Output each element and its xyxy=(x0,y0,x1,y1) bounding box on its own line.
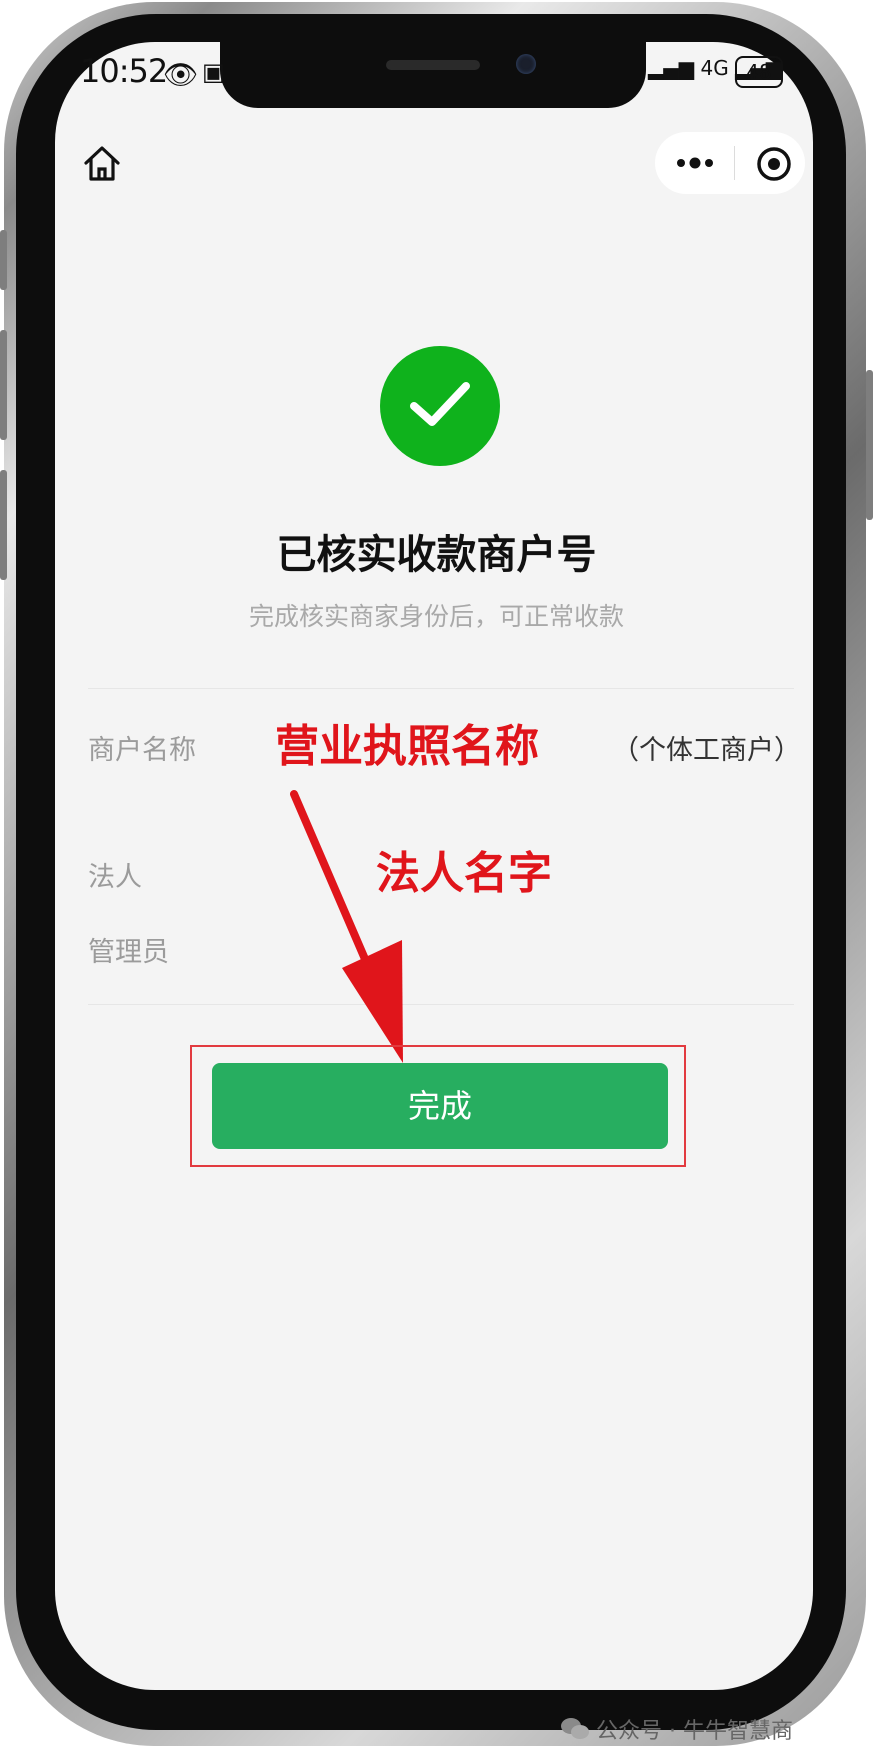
capsule-divider xyxy=(734,146,735,180)
more-dots-icon[interactable] xyxy=(674,148,716,178)
side-button xyxy=(0,330,7,440)
notch xyxy=(220,40,646,108)
side-button xyxy=(866,370,873,520)
wechat-icon xyxy=(561,1718,589,1739)
check-icon xyxy=(410,382,470,426)
page-subtitle: 完成核实商家身份后，可正常收款 xyxy=(248,602,624,631)
legal-person-label: 法人 xyxy=(88,862,142,893)
page-title: 已核实收款商户号 xyxy=(276,532,597,578)
divider xyxy=(88,1004,794,1005)
annotation-arrow xyxy=(290,790,403,1063)
signal-icon: ▂▄▆ xyxy=(648,56,695,80)
annotation-business-license: 营业执照名称 xyxy=(275,721,539,772)
divider xyxy=(88,688,794,689)
home-icon[interactable] xyxy=(82,144,122,184)
battery-indicator: 48 xyxy=(735,56,783,88)
nfc-icon: ▣ xyxy=(202,58,225,86)
watermark: 公众号 · 牛牛智慧商 xyxy=(560,1713,793,1745)
network-type: 4G xyxy=(700,56,729,80)
success-badge xyxy=(380,346,500,466)
watermark-text: 公众号 · 牛牛智慧商 xyxy=(596,1719,793,1744)
status-time: 10:52 xyxy=(80,52,168,90)
speaker xyxy=(386,60,480,70)
merchant-name-label: 商户名称 xyxy=(88,735,196,766)
target-circle-icon[interactable] xyxy=(754,144,794,184)
admin-label: 管理员 xyxy=(88,937,169,968)
merchant-name-value: （个体工商户） xyxy=(612,735,801,766)
camera xyxy=(516,54,536,74)
done-button[interactable]: 完成 xyxy=(212,1063,668,1149)
eye-icon: 👁 xyxy=(163,58,199,91)
side-button xyxy=(0,230,7,290)
